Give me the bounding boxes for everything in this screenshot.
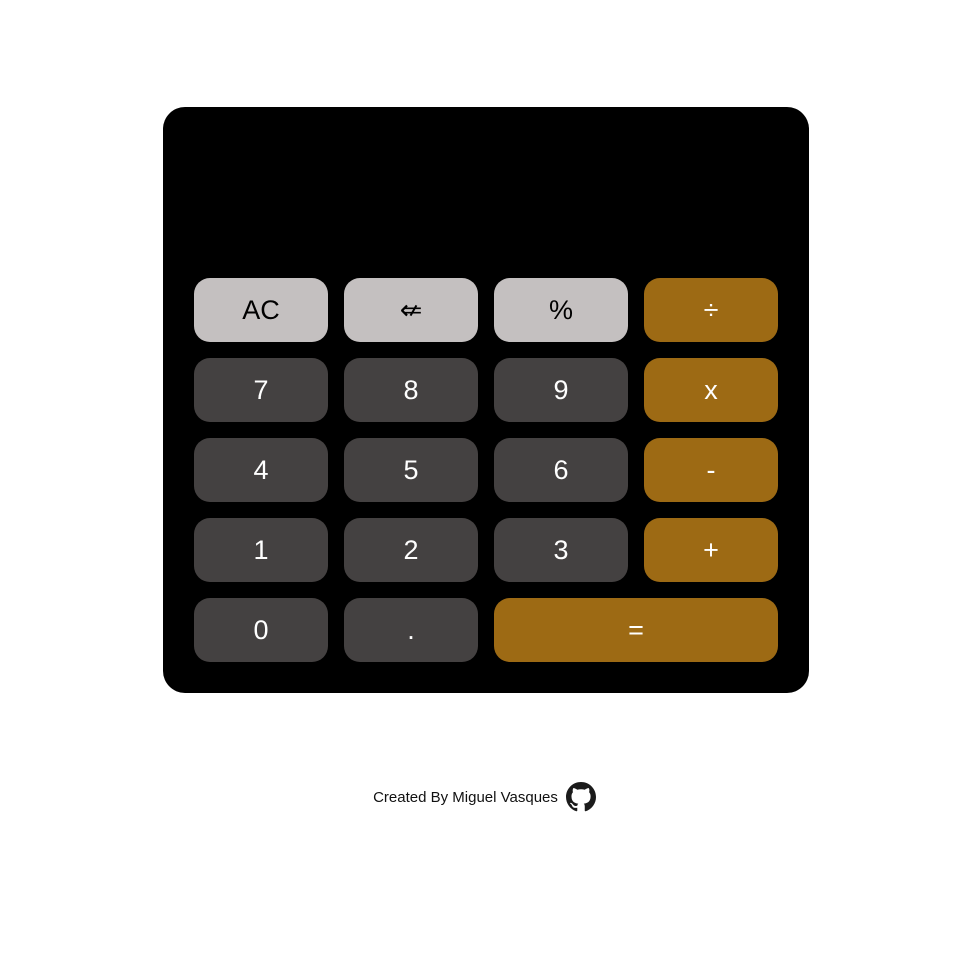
digit-3-button[interactable]: 3 [494, 518, 628, 582]
clear-button[interactable]: AC [194, 278, 328, 342]
backspace-button[interactable]: ⇍ [344, 278, 478, 342]
equals-button[interactable]: = [494, 598, 778, 662]
digit-1-button[interactable]: 1 [194, 518, 328, 582]
subtract-button[interactable]: - [644, 438, 778, 502]
digit-0-button[interactable]: 0 [194, 598, 328, 662]
digit-9-button[interactable]: 9 [494, 358, 628, 422]
footer: Created By Miguel Vasques [0, 782, 957, 812]
calculator-display [194, 127, 778, 267]
digit-6-button[interactable]: 6 [494, 438, 628, 502]
percent-button[interactable]: % [494, 278, 628, 342]
keypad: AC ⇍ % ÷ 7 8 9 x 4 5 6 - 1 2 3 + 0 . = [194, 278, 778, 662]
digit-2-button[interactable]: 2 [344, 518, 478, 582]
digit-8-button[interactable]: 8 [344, 358, 478, 422]
decimal-button[interactable]: . [344, 598, 478, 662]
digit-7-button[interactable]: 7 [194, 358, 328, 422]
multiply-button[interactable]: x [644, 358, 778, 422]
digit-4-button[interactable]: 4 [194, 438, 328, 502]
footer-credit-text: Created By Miguel Vasques [373, 788, 558, 806]
github-icon[interactable] [565, 782, 596, 812]
divide-button[interactable]: ÷ [644, 278, 778, 342]
digit-5-button[interactable]: 5 [344, 438, 478, 502]
add-button[interactable]: + [644, 518, 778, 582]
calculator: AC ⇍ % ÷ 7 8 9 x 4 5 6 - 1 2 3 + 0 . = [163, 107, 809, 693]
